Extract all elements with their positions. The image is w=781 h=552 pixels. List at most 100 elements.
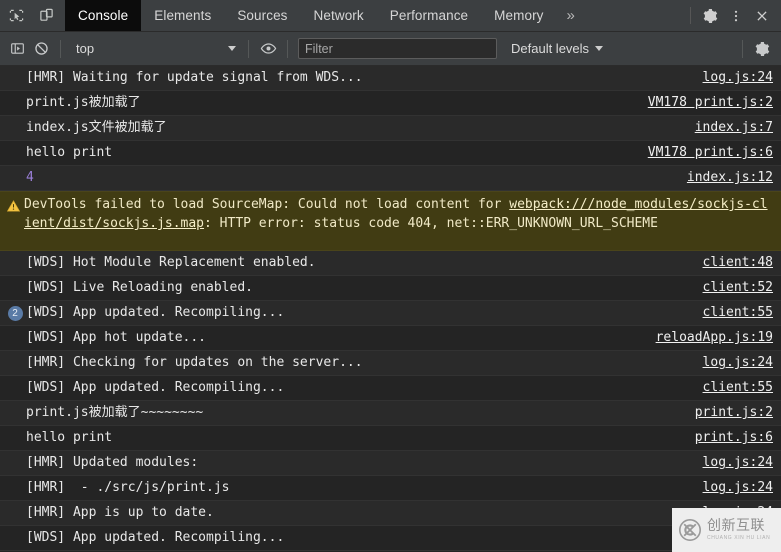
source-location-link[interactable]: print.js:2	[681, 401, 773, 425]
console-message-row[interactable]: 4 index.js:12	[0, 166, 781, 191]
warning-text-suffix: : HTTP error: status code 404, net::ERR_…	[204, 216, 658, 231]
watermark-pinyin: CHUANG XIN HU LIAN	[707, 535, 771, 542]
tab-elements[interactable]: Elements	[141, 0, 224, 31]
source-location-link[interactable]: log.js:24	[689, 66, 773, 90]
console-message-row[interactable]: [WDS] App updated. Recompiling... client:…	[0, 376, 781, 401]
source-location-link[interactable]: index.js:7	[681, 116, 773, 140]
console-message-text: [WDS] App updated. Recompiling...	[26, 530, 285, 545]
toolbar-divider-2	[248, 39, 249, 58]
console-message-row[interactable]: hello print print.js:6	[0, 426, 781, 451]
filter-input[interactable]	[298, 38, 497, 59]
more-tabs-button[interactable]: »	[557, 0, 585, 31]
console-message-text: [HMR] Checking for updates on the server…	[26, 355, 363, 370]
source-location-link[interactable]: log.js:24	[689, 451, 773, 475]
console-message-row[interactable]: [HMR] Checking for updates on the server…	[0, 351, 781, 376]
source-location-link[interactable]: VM178 print.js:6	[634, 141, 773, 165]
close-icon[interactable]	[750, 4, 774, 28]
row-gutter	[6, 426, 24, 430]
row-gutter	[6, 451, 24, 455]
log-level-label: Default levels	[511, 41, 590, 56]
console-settings-gear-icon[interactable]	[750, 37, 781, 61]
source-location-link[interactable]: VM178 print.js:2	[634, 91, 773, 115]
live-expression-icon[interactable]	[256, 37, 280, 61]
source-location-link[interactable]: index.js:12	[673, 166, 773, 190]
message-count-badge: 2	[6, 301, 24, 321]
source-location-link[interactable]: client:52	[689, 276, 773, 300]
console-message-row[interactable]: [WDS] Live Reloading enabled. client:52	[0, 276, 781, 301]
console-message-text: hello print	[26, 145, 113, 160]
source-location-link[interactable]: client:55	[689, 301, 773, 325]
row-gutter	[6, 401, 24, 405]
tabbar-divider	[690, 7, 691, 24]
execution-context-selector[interactable]: top	[68, 41, 241, 56]
inspect-element-icon[interactable]	[6, 5, 27, 26]
source-location-link[interactable]: log.js:24	[689, 476, 773, 500]
devtools-tabbar: Console Elements Sources Network Perform…	[0, 0, 781, 32]
row-gutter	[6, 276, 24, 280]
toolbar-divider-1	[60, 39, 61, 58]
more-vertical-icon[interactable]	[724, 4, 748, 28]
console-message-row[interactable]: [WDS] App hot update... reloadApp.js:19	[0, 326, 781, 351]
console-message-row[interactable]: 2 [WDS] App updated. Recompiling... client…	[0, 301, 781, 326]
console-message-text: [WDS] Live Reloading enabled.	[26, 280, 253, 295]
tabbar-right-icons	[681, 0, 781, 31]
row-gutter	[6, 66, 24, 70]
console-message-row[interactable]: print.js被加载了~~~~~~~~ print.js:2	[0, 401, 781, 426]
tabbar-left-icons	[0, 0, 61, 31]
tab-console[interactable]: Console	[65, 0, 142, 31]
console-message-list[interactable]: [HMR] Waiting for update signal from WDS…	[0, 66, 781, 552]
tab-memory[interactable]: Memory	[481, 0, 556, 31]
row-gutter	[6, 166, 24, 170]
row-gutter	[6, 526, 24, 530]
number-value: 4	[26, 170, 34, 185]
console-message-text: [HMR] - ./src/js/print.js	[26, 480, 230, 495]
console-message-text: [WDS] App updated. Recompiling...	[26, 380, 285, 395]
row-gutter	[6, 351, 24, 355]
tab-network[interactable]: Network	[301, 0, 377, 31]
console-warning-row[interactable]: DevTools failed to load SourceMap: Could…	[0, 191, 781, 251]
console-message-text: DevTools failed to load SourceMap: Could…	[22, 192, 773, 233]
execution-context-label: top	[76, 41, 95, 56]
console-message-text: [WDS] Hot Module Replacement enabled.	[26, 255, 316, 270]
log-level-selector[interactable]: Default levels	[511, 41, 604, 56]
warning-text-prefix: DevTools failed to load SourceMap: Could…	[24, 197, 510, 212]
row-gutter	[6, 501, 24, 505]
warning-icon	[4, 192, 22, 212]
console-message-row[interactable]: index.js文件被加载了 index.js:7	[0, 116, 781, 141]
tab-performance[interactable]: Performance	[377, 0, 481, 31]
source-location-link[interactable]: reloadApp.js:19	[642, 326, 773, 350]
console-message-text: print.js被加载了~~~~~~~~	[26, 405, 204, 420]
console-message-row[interactable]: [HMR] Waiting for update signal from WDS…	[0, 66, 781, 91]
clear-console-icon[interactable]	[29, 37, 53, 61]
watermark-text: 创新互联 CHUANG XIN HU LIAN	[707, 517, 771, 542]
source-location-link[interactable]: log.js:24	[689, 351, 773, 375]
console-message-row[interactable]: [HMR] Updated modules: log.js:24	[0, 451, 781, 476]
chevron-down-icon	[228, 46, 236, 51]
source-location-link[interactable]: print.js:6	[681, 426, 773, 450]
console-message-row[interactable]: print.js被加载了 VM178 print.js:2	[0, 91, 781, 116]
toolbar-divider-3	[287, 39, 288, 58]
device-toolbar-icon[interactable]	[36, 5, 57, 26]
source-location-link[interactable]: client:55	[689, 376, 773, 400]
source-location-link[interactable]: client:48	[689, 251, 773, 275]
console-message-row[interactable]: [HMR] App is up to date.log.js:24	[0, 501, 781, 526]
watermark: 创新互联 CHUANG XIN HU LIAN	[672, 508, 781, 552]
console-message-text: [HMR] Waiting for update signal from WDS…	[26, 70, 363, 85]
console-message-row[interactable]: [HMR] - ./src/js/print.js log.js:24	[0, 476, 781, 501]
row-gutter	[6, 91, 24, 95]
chevron-down-icon	[595, 46, 604, 51]
console-sidebar-icon[interactable]	[5, 37, 29, 61]
console-filter-toolbar: top Default levels	[0, 32, 781, 66]
console-message-text: index.js文件被加载了	[26, 120, 167, 135]
console-message-row[interactable]: [WDS] Hot Module Replacement enabled. cli…	[0, 251, 781, 276]
gear-icon[interactable]	[698, 4, 722, 28]
badge-count: 2	[7, 306, 23, 321]
devtools-window: Console Elements Sources Network Perform…	[0, 0, 781, 552]
console-message-row[interactable]: hello print VM178 print.js:6	[0, 141, 781, 166]
tab-sources[interactable]: Sources	[224, 0, 300, 31]
console-message-text: [WDS] App updated. Recompiling...	[26, 305, 285, 320]
toolbar-divider-4	[742, 39, 743, 58]
console-message-row[interactable]: [WDS] App updated. Recompiling...client:…	[0, 526, 781, 551]
watermark-name: 创新互联	[707, 517, 765, 534]
row-gutter	[6, 376, 24, 380]
